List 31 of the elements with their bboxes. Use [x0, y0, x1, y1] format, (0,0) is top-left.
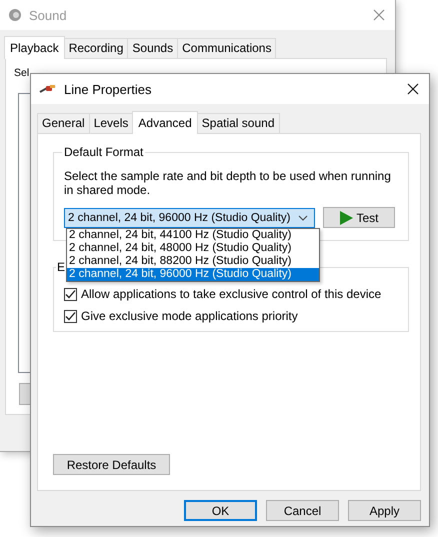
window-title: Sound	[29, 8, 68, 22]
restore-defaults-button[interactable]: Restore Defaults	[53, 454, 170, 475]
checkmark-icon	[65, 288, 76, 300]
cable-icon	[39, 83, 57, 95]
tab[interactable]: General	[37, 113, 90, 133]
play-icon	[339, 210, 354, 224]
window-title: Line Properties	[64, 82, 152, 96]
checkbox-label: Give exclusive mode applications priority	[81, 309, 298, 323]
dropdown-option[interactable]: 2 channel, 24 bit, 48000 Hz (Studio Quality)	[67, 242, 319, 255]
checkbox[interactable]	[64, 288, 77, 300]
checkmark-icon	[65, 310, 76, 322]
tab[interactable]: Playback	[4, 36, 65, 59]
group-label: E	[56, 260, 66, 274]
dialog-button[interactable]: OK	[184, 500, 257, 521]
test-button[interactable]: Test	[323, 207, 395, 228]
tab[interactable]: Spatial sound	[196, 113, 280, 133]
dropdown-option[interactable]: 2 channel, 24 bit, 96000 Hz (Studio Quality)	[67, 268, 319, 281]
chevron-icon	[298, 214, 308, 220]
close-icon[interactable]	[407, 83, 419, 95]
description-text: Select the sample rate and bit depth to be used when running in shared mode.	[64, 169, 392, 197]
instruction-text: Sel	[14, 67, 30, 79]
format-dropdown[interactable]: 2 channel, 24 bit, 96000 Hz (Studio Quality)	[64, 208, 315, 228]
checkbox-label: Allow applications to take exclusive control of this device	[81, 287, 382, 301]
tab[interactable]: Communications	[177, 38, 276, 58]
dialog-button[interactable]: Cancel	[266, 500, 339, 521]
tab[interactable]: Advanced	[132, 111, 198, 134]
checkbox[interactable]	[64, 310, 77, 322]
dropdown-option[interactable]: 2 channel, 24 bit, 88200 Hz (Studio Quality)	[67, 255, 319, 268]
dialog-button[interactable]: Apply	[348, 500, 421, 521]
group-label: Default Format	[62, 145, 146, 159]
dropdown-option[interactable]: 2 channel, 24 bit, 44100 Hz (Studio Quality)	[67, 229, 319, 242]
